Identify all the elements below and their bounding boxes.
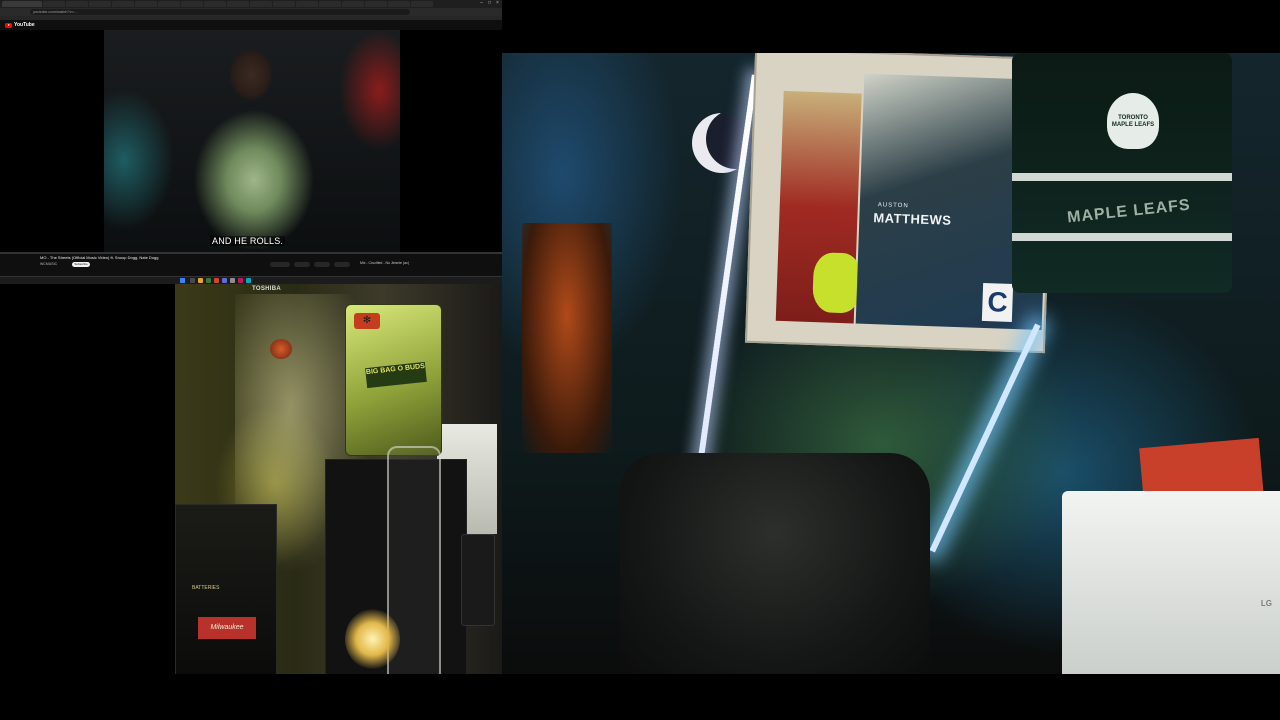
app-icon[interactable] xyxy=(246,278,251,283)
tin-label-small: BATTERIES xyxy=(192,585,220,591)
app-icon[interactable] xyxy=(222,278,227,283)
figurine xyxy=(522,223,612,453)
app-icon[interactable] xyxy=(238,278,243,283)
close-icon[interactable]: × xyxy=(495,1,500,6)
washing-machine: LG xyxy=(1062,491,1280,674)
browser-window: – □ × youtube.com/watch?v=... YouTube AN… xyxy=(0,0,502,284)
channel-name[interactable]: WCMUSIC xyxy=(40,262,57,266)
metal-tin: BATTERIES Milwaukee xyxy=(175,504,277,674)
leather-chair xyxy=(620,453,930,674)
tab[interactable] xyxy=(204,1,226,7)
youtube-header: YouTube xyxy=(0,20,502,30)
poster-last-name: MATTHEWS xyxy=(873,210,952,228)
tab[interactable] xyxy=(342,1,364,7)
search-icon[interactable] xyxy=(190,278,195,283)
tab[interactable] xyxy=(296,1,318,7)
snack-bag: ✻ BIG BAG O BUDS xyxy=(345,304,442,456)
tab[interactable] xyxy=(43,1,65,7)
thermos xyxy=(461,534,495,626)
hockey-jersey: TORONTO MAPLE LEAFS MAPLE LEAFS xyxy=(1012,53,1232,293)
smiley-face xyxy=(812,252,863,314)
poster-left-panel xyxy=(775,90,863,324)
tab-strip: – □ × xyxy=(0,0,502,8)
tab-active[interactable] xyxy=(2,1,42,7)
file-explorer-icon[interactable] xyxy=(198,278,203,283)
leaf-icon: ✻ xyxy=(354,313,380,329)
webcam-feed-desk: ✻ BIG BAG O BUDS BATTERIES Milwaukee xyxy=(175,284,520,674)
bag-label: BIG BAG O BUDS xyxy=(365,361,427,389)
tab[interactable] xyxy=(250,1,272,7)
jersey-stripe xyxy=(1012,233,1232,241)
jersey-wordmark: MAPLE LEAFS xyxy=(1066,196,1192,227)
jersey-stripe xyxy=(1012,173,1232,181)
maple-leaf-crest: TORONTO MAPLE LEAFS xyxy=(1107,93,1159,149)
tab[interactable] xyxy=(66,1,88,7)
youtube-logo[interactable]: YouTube xyxy=(5,22,35,28)
taskbar xyxy=(0,276,502,284)
video-subtitle: AND HE ROLLS. xyxy=(210,236,286,246)
tab[interactable] xyxy=(181,1,203,7)
window-controls: – □ × xyxy=(479,1,500,6)
video-frame xyxy=(104,30,400,252)
video-info: MO - The Streets (Official Music Video) … xyxy=(0,254,502,276)
maximize-icon[interactable]: □ xyxy=(487,1,492,6)
video-player[interactable]: AND HE ROLLS. xyxy=(0,30,502,252)
address-bar: youtube.com/watch?v=... xyxy=(0,8,502,16)
webcam-feed-room: AUSTON MATTHEWS C TORONTO MAPLE LEAFS MA… xyxy=(502,53,1280,674)
tab[interactable] xyxy=(112,1,134,7)
webcam-title: TOSHIBA xyxy=(252,286,281,292)
url-field[interactable]: youtube.com/watch?v=... xyxy=(30,9,410,15)
minimize-icon[interactable]: – xyxy=(479,1,484,6)
captain-c-patch: C xyxy=(981,282,1014,322)
tab[interactable] xyxy=(411,1,433,7)
candle-glow xyxy=(345,609,400,669)
tab[interactable] xyxy=(158,1,180,7)
led-strip-blue xyxy=(929,323,1041,553)
clip-button[interactable] xyxy=(334,262,350,267)
share-button[interactable] xyxy=(294,262,310,267)
subscribe-button[interactable]: Subscribe xyxy=(72,262,90,267)
app-icon[interactable] xyxy=(206,278,211,283)
download-button[interactable] xyxy=(314,262,330,267)
youtube-wordmark: YouTube xyxy=(14,22,35,28)
tab[interactable] xyxy=(135,1,157,7)
like-button[interactable] xyxy=(270,262,290,267)
tab[interactable] xyxy=(89,1,111,7)
tin-brand-label: Milwaukee xyxy=(198,617,256,639)
youtube-play-icon xyxy=(5,22,12,28)
next-up-item[interactable]: Mix - Crucified - No Jimmie (ac) xyxy=(360,261,409,265)
tab[interactable] xyxy=(319,1,341,7)
framed-poster: AUSTON MATTHEWS C xyxy=(744,53,1056,354)
tab[interactable] xyxy=(227,1,249,7)
app-icon[interactable] xyxy=(214,278,219,283)
start-icon[interactable] xyxy=(180,278,185,283)
app-icon[interactable] xyxy=(230,278,235,283)
poster-first-name: AUSTON xyxy=(877,202,909,210)
tab[interactable] xyxy=(365,1,387,7)
rose-decoration xyxy=(270,339,292,359)
video-title: MO - The Streets (Official Music Video) … xyxy=(40,255,159,260)
washer-brand: LG xyxy=(1260,599,1272,608)
tab[interactable] xyxy=(273,1,295,7)
tab[interactable] xyxy=(388,1,410,7)
